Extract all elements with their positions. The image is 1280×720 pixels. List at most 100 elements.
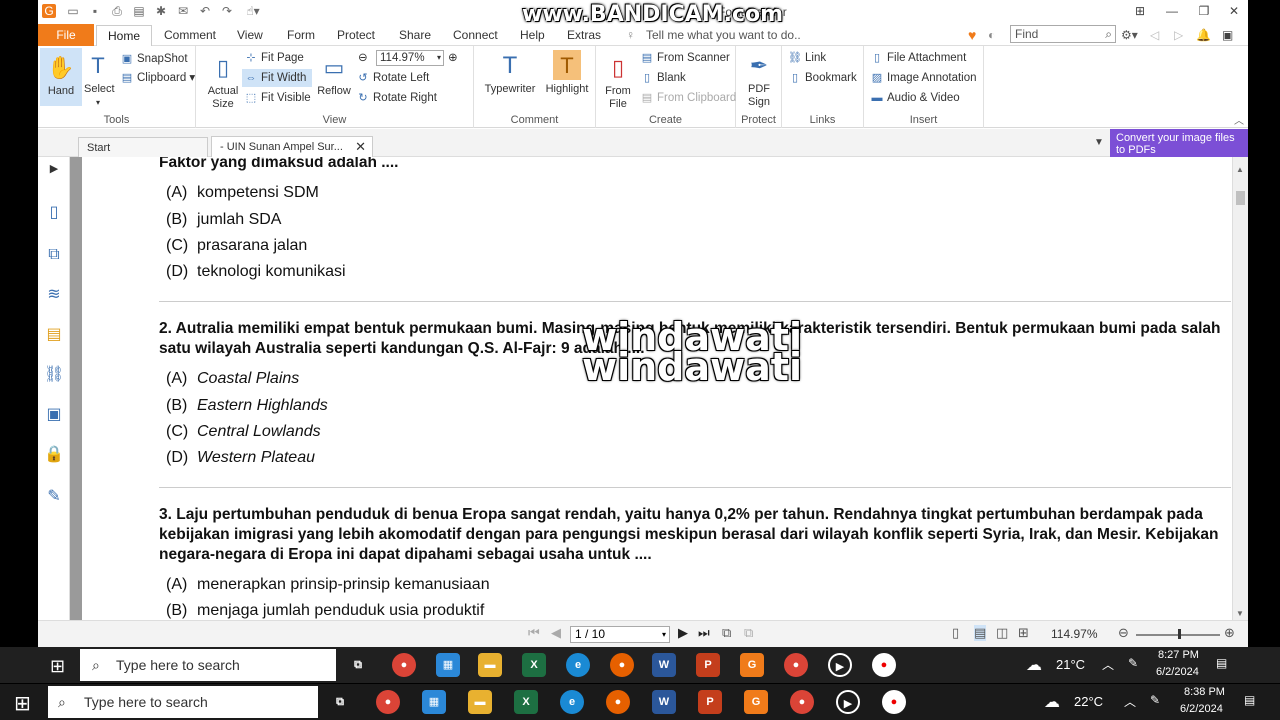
last-page-icon[interactable]: ⏭ — [698, 625, 710, 641]
zoom-slider-thumb[interactable] — [1178, 629, 1181, 639]
zoom-select[interactable]: 114.97% ▾ — [376, 50, 444, 66]
facing-page-icon[interactable]: ◫ — [996, 625, 1008, 641]
zoom-out-icon[interactable]: ⊖ — [1118, 625, 1129, 641]
collapse-ribbon-icon[interactable]: ︿ — [1234, 112, 1244, 127]
hand-tool-icon[interactable]: ☝▾ — [242, 4, 264, 18]
tab-list-icon[interactable]: ▼ — [1094, 137, 1104, 148]
chrome-icon[interactable]: ● — [392, 653, 416, 677]
scroll-down-icon[interactable]: ▼ — [1236, 609, 1244, 618]
tab-extras[interactable]: Extras — [567, 24, 601, 46]
clock-time[interactable]: 8:27 PM — [1158, 649, 1199, 661]
close-button[interactable]: ✕ — [1222, 2, 1246, 20]
security-icon[interactable]: 🔒 — [44, 445, 64, 465]
taskbar-search[interactable]: ⌕ Type here to search — [80, 649, 336, 681]
pen-icon[interactable]: ✎ — [1150, 693, 1160, 707]
tell-me-search[interactable]: Tell me what you want to do.. — [646, 24, 801, 47]
email-icon[interactable]: ✉ — [176, 4, 190, 18]
heart-icon[interactable]: ♥ — [968, 24, 976, 46]
previous-view-icon[interactable]: ⧉ — [722, 625, 731, 641]
tab-start[interactable]: Start — [78, 137, 208, 157]
bookmark-button[interactable]: ▯ Bookmark — [788, 69, 857, 87]
zoom-in-icon[interactable]: ⊕ — [1224, 625, 1235, 641]
q3-option-a[interactable]: (A) menerapkan prinsip-prinsip kemanusiaa… — [166, 576, 490, 594]
tab-help[interactable]: Help — [520, 24, 545, 46]
tab-connect[interactable]: Connect — [453, 24, 498, 46]
store-icon[interactable]: ▦ — [436, 653, 460, 677]
tab-home[interactable]: Home — [96, 25, 152, 47]
task-view-icon[interactable]: ⧉ — [346, 653, 370, 677]
scroll-up-icon[interactable]: ▲ — [1236, 165, 1244, 174]
new-icon[interactable]: ✱ — [154, 4, 168, 18]
expand-panel-icon[interactable]: ▶ — [44, 159, 64, 179]
tab-view[interactable]: View — [237, 24, 263, 46]
image-annotation-button[interactable]: ▨ Image Annotation — [870, 69, 977, 87]
q2-option-d[interactable]: (D) Western Plateau — [166, 449, 315, 467]
save-icon[interactable]: ▪ — [88, 4, 102, 18]
continuous-facing-icon[interactable]: ⊞ — [1018, 625, 1029, 641]
print-icon[interactable]: ⎙ — [110, 4, 124, 18]
bookmarks-icon[interactable]: ▯ — [44, 203, 64, 223]
close-icon[interactable]: ✕ — [355, 137, 366, 157]
file-attachment-button[interactable]: ▯ File Attachment — [870, 49, 966, 67]
pages-icon[interactable]: ⧉ — [44, 245, 64, 265]
clock-time[interactable]: 8:38 PM — [1184, 686, 1225, 698]
redo-icon[interactable]: ↷ — [220, 4, 234, 18]
q2-option-c[interactable]: (C) Central Lowlands — [166, 423, 321, 441]
next-page-icon[interactable]: ▶ — [678, 625, 688, 641]
windows-start-icon[interactable]: ⊞ — [50, 656, 65, 677]
excel-icon[interactable]: X — [522, 653, 546, 677]
edge-icon[interactable]: e — [566, 653, 590, 677]
audio-video-button[interactable]: ▬ Audio & Video — [870, 89, 960, 107]
typewriter-button[interactable]: T Typewriter — [482, 50, 538, 96]
snapshot-button[interactable]: ▣ SnapShot — [120, 50, 188, 68]
tab-protect[interactable]: Protect — [337, 24, 375, 46]
zoom-out-icon[interactable]: ⊖ — [358, 49, 368, 67]
fit-width-button[interactable]: ⇔ Fit Width — [242, 69, 312, 87]
user-icon[interactable]: ▣ — [1222, 24, 1233, 46]
file-menu[interactable]: File — [38, 24, 94, 46]
weather-icon[interactable]: ☁ — [1044, 692, 1060, 712]
folder-icon[interactable]: ▬ — [468, 690, 492, 714]
find-input[interactable]: Find ⌕ — [1010, 25, 1116, 43]
notifications-icon[interactable]: ▤ — [1216, 656, 1227, 670]
tab-document[interactable]: - UIN Sunan Ampel Sur... ✕ — [211, 136, 373, 158]
excel-icon[interactable]: X — [514, 690, 538, 714]
layers-icon[interactable]: ≋ — [44, 285, 64, 305]
zoom-in-icon[interactable]: ⊕ — [448, 49, 458, 67]
properties-icon[interactable]: ▤ — [132, 4, 146, 18]
search-tool-icon[interactable]: ✎ — [44, 487, 64, 507]
word-icon[interactable]: W — [652, 690, 676, 714]
q1-option-a[interactable]: (A) kompetensi SDM — [166, 184, 319, 202]
foxit-icon[interactable]: G — [744, 690, 768, 714]
clock-date[interactable]: 6/2/2024 — [1180, 703, 1223, 715]
clock-date[interactable]: 6/2/2024 — [1156, 666, 1199, 678]
convert-banner[interactable]: Convert your image files to PDFs — [1110, 129, 1248, 157]
foxit-icon[interactable]: G — [740, 653, 764, 677]
link-button[interactable]: ⛓ Link — [788, 49, 826, 67]
record-icon[interactable]: ● — [872, 653, 896, 677]
q2-option-b[interactable]: (B) Eastern Highlands — [166, 397, 328, 415]
blank-button[interactable]: ▯ Blank — [640, 69, 686, 87]
highlight-button[interactable]: T Highlight — [542, 50, 592, 96]
chrome-alt-icon[interactable]: ● — [790, 690, 814, 714]
chevron-up-icon[interactable]: ︿ — [1124, 693, 1136, 710]
windows-start-icon[interactable]: ⊞ — [14, 691, 31, 716]
comments-icon[interactable]: ▤ — [44, 325, 64, 345]
previous-page-icon[interactable]: ◀ — [551, 625, 561, 641]
tab-share[interactable]: Share — [399, 24, 431, 46]
q2-option-a[interactable]: (A) Coastal Plains — [166, 370, 299, 388]
from-scanner-button[interactable]: ▤ From Scanner — [640, 49, 730, 67]
edge-icon[interactable]: e — [560, 690, 584, 714]
q3-option-b[interactable]: (B) menjaga jumlah penduduk usia produkti… — [166, 602, 484, 620]
vertical-scrollbar[interactable]: ▲ ▼ — [1232, 157, 1248, 620]
chrome-icon[interactable]: ● — [376, 690, 400, 714]
first-page-icon[interactable]: ⏮ — [528, 625, 540, 641]
word-icon[interactable]: W — [652, 653, 676, 677]
minimize-button[interactable]: — — [1160, 2, 1184, 20]
select-button[interactable]: T Select ▾ — [84, 50, 115, 109]
actual-size-button[interactable]: ▯ Actual Size — [204, 52, 242, 111]
tab-form[interactable]: Form — [287, 24, 315, 46]
tab-comment[interactable]: Comment — [164, 24, 216, 46]
q1-option-d[interactable]: (D) teknologi komunikasi — [166, 263, 346, 281]
reflow-button[interactable]: ▭ Reflow — [316, 52, 352, 98]
